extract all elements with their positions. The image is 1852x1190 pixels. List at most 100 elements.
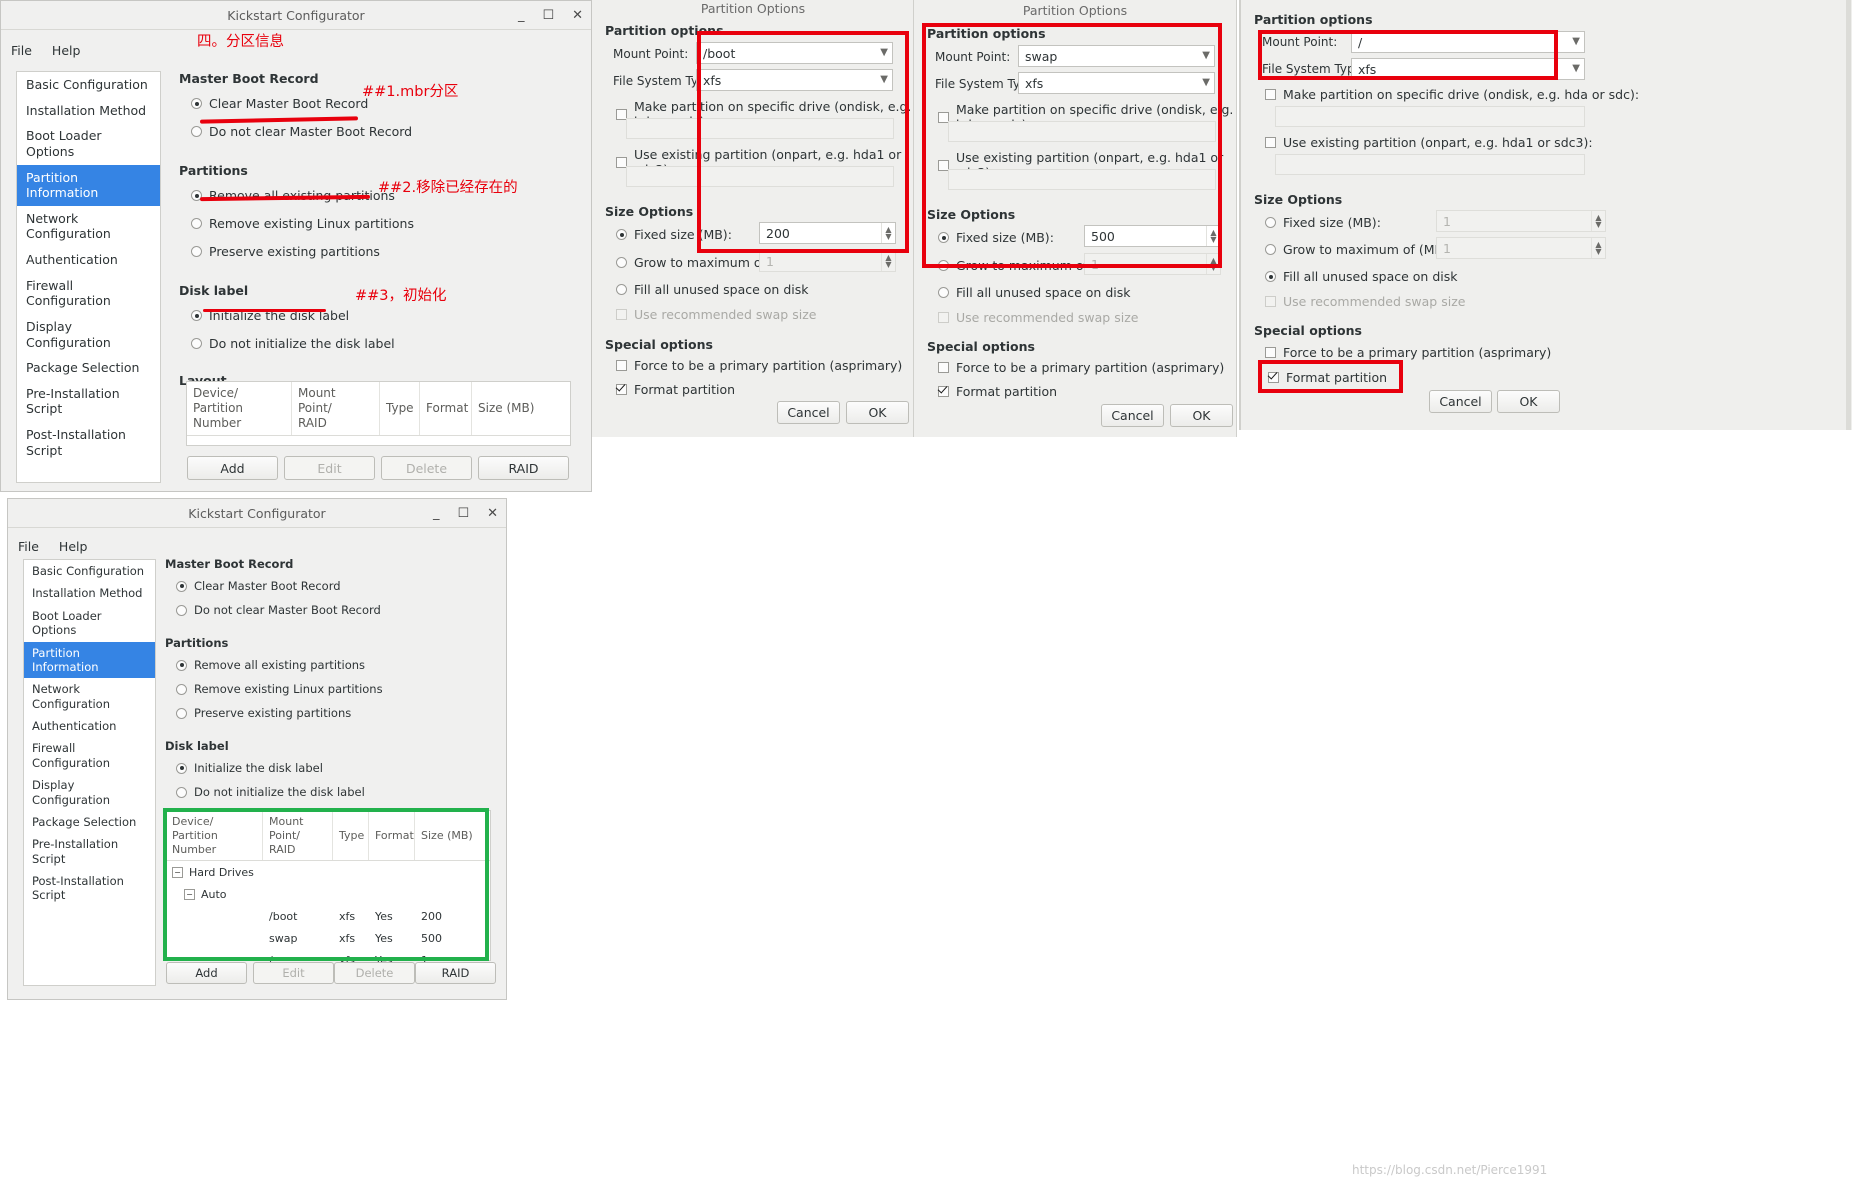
stepper-icon[interactable]: ▲ ▼ (881, 251, 895, 271)
sidebar-item-package-selection[interactable]: Package Selection (24, 811, 155, 833)
chevron-down-icon[interactable]: ▼ (1572, 37, 1580, 47)
format-checkbox[interactable] (616, 384, 627, 395)
fs-type-combo[interactable]: xfs ▼ (1018, 72, 1215, 94)
radio-fill-all-unused[interactable]: Fill all unused space on disk (1265, 269, 1457, 284)
mount-point-combo[interactable]: / ▼ (1351, 31, 1585, 53)
radio-indicator[interactable] (191, 98, 202, 109)
cancel-button[interactable]: Cancel (777, 401, 840, 424)
sidebar-item-installation-method[interactable]: Installation Method (24, 582, 155, 604)
sidebar-item-network-configuration[interactable]: Network Configuration (17, 206, 160, 247)
format-checkbox-row[interactable]: Format partition (938, 384, 1057, 399)
asprimary-checkbox-row[interactable]: Force to be a primary partition (asprima… (616, 358, 902, 373)
radio-indicator[interactable] (176, 604, 187, 616)
radio-indicator[interactable] (191, 310, 202, 321)
sidebar-item-boot-loader-options[interactable]: Boot Loader Options (17, 123, 160, 164)
radio-indicator[interactable] (176, 762, 187, 774)
ondisk-input[interactable] (948, 121, 1216, 142)
main-layout-table[interactable]: Device/Partition Number Mount Point/RAID… (186, 381, 571, 446)
chevron-down-icon[interactable]: ▼ (1202, 51, 1210, 61)
chevron-down-icon[interactable]: ▼ (1202, 78, 1210, 88)
onpart-input[interactable] (1275, 154, 1585, 175)
radio-do-not-clear-mbr[interactable]: Do not clear Master Boot Record (191, 124, 579, 139)
radio-indicator[interactable] (191, 338, 202, 349)
table-row-hard-drives[interactable]: − Hard Drives (166, 861, 490, 883)
edit-button[interactable]: Edit (284, 456, 375, 480)
menu-help[interactable]: Help (52, 43, 81, 58)
fs-type-combo[interactable]: xfs ▼ (1351, 58, 1585, 80)
stepper-icon[interactable]: ▲ ▼ (1591, 211, 1605, 231)
radio-fill-all-unused[interactable]: Fill all unused space on disk (616, 282, 808, 297)
onpart-input[interactable] (626, 166, 894, 187)
tree-collapse-icon[interactable]: − (184, 888, 195, 900)
minimize-icon[interactable]: _ (433, 507, 440, 520)
delete-button[interactable]: Delete (381, 456, 472, 480)
radio-indicator[interactable] (938, 287, 949, 298)
radio-fixed-size[interactable]: Fixed size (MB): (938, 230, 1054, 245)
radio-indicator[interactable] (938, 232, 949, 243)
ok-button[interactable]: OK (1170, 404, 1233, 427)
sidebar-item-package-selection[interactable]: Package Selection (17, 355, 160, 381)
stepper-icon[interactable]: ▲ ▼ (1591, 238, 1605, 258)
radio-indicator[interactable] (191, 218, 202, 229)
edit-button[interactable]: Edit (253, 962, 334, 984)
radio-remove-linux-partitions[interactable]: Remove existing Linux partitions (176, 682, 495, 696)
use-existing-checkbox-row[interactable]: Use existing partition (onpart, e.g. hda… (1265, 135, 1593, 150)
sidebar-item-firewall-configuration[interactable]: Firewall Configuration (17, 273, 160, 314)
grow-max-spinner[interactable]: 1 ▲ ▼ (1084, 253, 1221, 275)
asprimary-checkbox[interactable] (1265, 347, 1276, 358)
stepper-icon[interactable]: ▲ ▼ (881, 223, 895, 243)
sidebar-item-partition-information[interactable]: Partition Information (17, 164, 160, 206)
ok-button[interactable]: OK (846, 401, 909, 424)
sidebar-item-pre-installation-script[interactable]: Pre-Installation Script (17, 381, 160, 422)
asprimary-checkbox[interactable] (938, 362, 949, 373)
cancel-button[interactable]: Cancel (1101, 404, 1164, 427)
sidebar-item-display-configuration[interactable]: Display Configuration (24, 774, 155, 811)
chevron-down-icon[interactable]: ▼ (1572, 64, 1580, 74)
table-row[interactable]: /boot xfs Yes 200 (166, 905, 490, 927)
asprimary-checkbox-row[interactable]: Force to be a primary partition (asprima… (1265, 345, 1551, 360)
chevron-down-icon[interactable]: ▼ (880, 75, 888, 85)
ok-button[interactable]: OK (1497, 390, 1560, 413)
sidebar-item-boot-loader-options[interactable]: Boot Loader Options (24, 605, 155, 642)
radio-fill-all-unused[interactable]: Fill all unused space on disk (938, 285, 1130, 300)
make-partition-checkbox[interactable] (1265, 89, 1276, 100)
radio-do-not-initialize-disk-label[interactable]: Do not initialize the disk label (191, 336, 579, 351)
radio-indicator[interactable] (616, 284, 627, 295)
fixed-size-spinner[interactable]: 200 ▲ ▼ (759, 222, 896, 244)
sidebar-item-installation-method[interactable]: Installation Method (17, 98, 160, 124)
radio-indicator[interactable] (176, 659, 187, 671)
ondisk-input[interactable] (626, 118, 894, 139)
grow-max-spinner[interactable]: 1 ▲ ▼ (1436, 237, 1606, 259)
sidebar-item-display-configuration[interactable]: Display Configuration (17, 314, 160, 355)
root-dialog-scrollbar[interactable] (1846, 0, 1851, 430)
close-icon[interactable]: ✕ (572, 9, 583, 22)
format-checkbox[interactable] (938, 386, 949, 397)
fs-type-combo[interactable]: xfs ▼ (696, 69, 893, 91)
mount-point-combo[interactable]: /boot ▼ (696, 42, 893, 64)
sidebar-item-pre-installation-script[interactable]: Pre-Installation Script (24, 833, 155, 870)
radio-indicator[interactable] (938, 260, 949, 271)
format-checkbox-row[interactable]: Format partition (616, 382, 735, 397)
radio-indicator[interactable] (1265, 271, 1276, 282)
radio-clear-mbr[interactable]: Clear Master Boot Record (176, 579, 495, 593)
radio-indicator[interactable] (176, 580, 187, 592)
sidebar-item-basic-configuration[interactable]: Basic Configuration (17, 72, 160, 98)
radio-do-not-initialize-disk-label[interactable]: Do not initialize the disk label (176, 785, 495, 799)
radio-indicator[interactable] (176, 707, 187, 719)
radio-indicator[interactable] (176, 786, 187, 798)
table-row-auto[interactable]: − Auto (166, 883, 490, 905)
table-row[interactable]: swap xfs Yes 500 (166, 927, 490, 949)
second-layout-table[interactable]: Device/Partition Number Mount Point/RAID… (165, 810, 491, 967)
add-button[interactable]: Add (187, 456, 278, 480)
radio-fixed-size[interactable]: Fixed size (MB): (616, 227, 732, 242)
maximize-icon[interactable]: ☐ (457, 507, 469, 520)
format-checkbox-row[interactable]: Format partition (1268, 370, 1387, 385)
tree-collapse-icon[interactable]: − (172, 866, 183, 878)
radio-indicator[interactable] (191, 126, 202, 137)
cancel-button[interactable]: Cancel (1429, 390, 1492, 413)
main-sidebar[interactable]: Basic Configuration Installation Method … (16, 71, 161, 483)
raid-button[interactable]: RAID (415, 962, 496, 984)
sidebar-item-post-installation-script[interactable]: Post-Installation Script (24, 870, 155, 907)
radio-indicator[interactable] (1265, 217, 1276, 228)
format-checkbox[interactable] (1268, 372, 1279, 383)
